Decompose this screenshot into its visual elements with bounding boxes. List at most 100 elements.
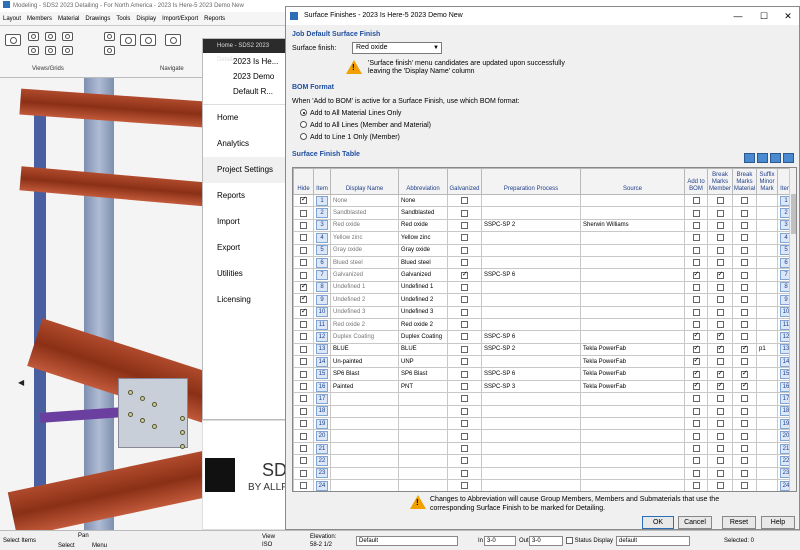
add-to-bom-checkbox[interactable]	[692, 259, 700, 267]
abbreviation-cell[interactable]: None	[398, 193, 448, 208]
hide-checkbox[interactable]	[300, 482, 307, 490]
add-to-bom-checkbox[interactable]	[692, 395, 700, 403]
item-number[interactable]: 10	[316, 307, 328, 318]
galvanized-checkbox[interactable]	[461, 270, 468, 279]
break-marks-material-checkbox[interactable]	[741, 271, 748, 279]
preparation-process-cell[interactable]	[481, 280, 581, 295]
suffix-minor-mark-cell[interactable]	[756, 193, 778, 208]
abbreviation-cell[interactable]: BLUE	[398, 342, 448, 357]
abbreviation-cell[interactable]: Red oxide 2	[398, 317, 448, 332]
suffix-minor-mark-cell[interactable]	[756, 392, 778, 406]
break-marks-material-checkbox[interactable]	[741, 407, 748, 415]
add-to-bom-checkbox[interactable]	[692, 197, 700, 205]
suffix-minor-mark-cell[interactable]	[756, 367, 778, 381]
suffix-minor-mark-cell[interactable]: p1	[756, 342, 778, 357]
navigate-icon[interactable]	[120, 34, 136, 46]
suffix-minor-mark-cell[interactable]	[756, 280, 778, 295]
nav-item-home[interactable]: Home	[203, 105, 291, 131]
source-cell[interactable]	[580, 478, 685, 491]
item-number[interactable]: 17	[316, 393, 328, 404]
preparation-process-cell[interactable]	[481, 243, 581, 257]
break-marks-material-checkbox[interactable]	[741, 457, 748, 465]
nav-item-reports[interactable]: Reports	[203, 183, 291, 209]
add-to-bom-checkbox[interactable]	[692, 344, 700, 353]
source-cell[interactable]	[580, 466, 685, 481]
hide-checkbox[interactable]	[300, 282, 307, 291]
source-cell[interactable]: Tekla PowerFab	[580, 342, 685, 357]
add-to-bom-checkbox[interactable]	[692, 357, 700, 366]
break-marks-material-checkbox[interactable]	[741, 221, 748, 229]
source-cell[interactable]	[580, 231, 685, 245]
nav-item-utilities[interactable]: Utilities	[203, 261, 291, 287]
item-number[interactable]: 22	[316, 455, 328, 466]
source-cell[interactable]	[580, 268, 685, 282]
display-name-cell[interactable]: Galvanized	[330, 268, 399, 282]
galvanized-checkbox[interactable]	[461, 209, 468, 217]
break-marks-member-checkbox[interactable]	[716, 381, 724, 391]
abbreviation-cell[interactable]: PNT	[398, 379, 448, 394]
suffix-minor-mark-cell[interactable]	[756, 243, 778, 257]
item-number[interactable]: 2	[316, 208, 328, 219]
table-tool-icon[interactable]	[757, 153, 768, 163]
status-display-select[interactable]: default	[616, 536, 690, 546]
break-marks-material-checkbox[interactable]	[741, 344, 748, 353]
item-number[interactable]: 11	[316, 319, 328, 330]
abbreviation-cell[interactable]: Galvanized	[398, 268, 448, 282]
preparation-process-cell[interactable]: SSPC-SP 2	[481, 342, 581, 357]
display-name-cell[interactable]: Yellow zinc	[330, 231, 399, 245]
item-number[interactable]: 4	[316, 232, 328, 243]
source-cell[interactable]	[580, 417, 685, 431]
item-number[interactable]: 21	[316, 443, 328, 454]
preparation-process-cell[interactable]: SSPC-SP 6	[481, 330, 581, 344]
display-name-cell[interactable]	[330, 417, 399, 431]
preparation-process-cell[interactable]: SSPC-SP 6	[481, 367, 581, 381]
preparation-process-cell[interactable]	[481, 478, 581, 491]
grid-icon[interactable]	[62, 46, 73, 55]
break-marks-material-checkbox[interactable]	[741, 246, 748, 254]
add-to-bom-checkbox[interactable]	[692, 407, 700, 415]
break-marks-member-checkbox[interactable]	[716, 420, 724, 428]
item-number[interactable]: 24	[316, 480, 328, 491]
break-marks-member-checkbox[interactable]	[716, 259, 724, 267]
view-icon[interactable]	[28, 46, 39, 55]
galvanized-checkbox[interactable]	[461, 246, 468, 254]
hide-checkbox[interactable]	[300, 395, 307, 403]
hide-checkbox[interactable]	[300, 370, 307, 378]
display-name-cell[interactable]: Un-painted	[330, 355, 399, 369]
item-number[interactable]: 14	[316, 356, 328, 367]
menu-item-material[interactable]: Material	[55, 12, 82, 26]
hide-checkbox[interactable]	[300, 246, 307, 254]
break-marks-member-checkbox[interactable]	[716, 296, 724, 304]
break-marks-material-checkbox[interactable]	[741, 395, 748, 403]
break-marks-material-checkbox[interactable]	[741, 444, 748, 452]
source-cell[interactable]: Tekla PowerFab	[580, 355, 685, 369]
column-header[interactable]: Item	[313, 168, 331, 195]
galvanized-checkbox[interactable]	[461, 383, 468, 391]
add-to-bom-checkbox[interactable]	[692, 234, 700, 242]
suffix-minor-mark-cell[interactable]	[756, 231, 778, 245]
display-name-cell[interactable]	[330, 392, 399, 406]
bom-option-radio[interactable]: Add to Line 1 Only (Member)	[300, 133, 400, 141]
abbreviation-cell[interactable]	[398, 429, 448, 443]
reset-button[interactable]: Reset	[722, 516, 756, 529]
suffix-minor-mark-cell[interactable]	[756, 317, 778, 332]
column-header[interactable]: Add to BOM	[684, 168, 708, 195]
hide-checkbox[interactable]	[300, 307, 307, 316]
hide-checkbox[interactable]	[300, 234, 307, 242]
item-number[interactable]: 9	[316, 294, 328, 305]
preparation-process-cell[interactable]	[481, 392, 581, 406]
display-name-cell[interactable]: Painted	[330, 379, 399, 394]
display-name-cell[interactable]	[330, 429, 399, 443]
item-number[interactable]: 13	[316, 344, 328, 355]
display-name-cell[interactable]: BLUE	[330, 342, 399, 357]
column-header[interactable]: Break Marks Member	[707, 168, 733, 195]
break-marks-member-checkbox[interactable]	[716, 444, 724, 452]
preparation-process-cell[interactable]: SSPC-SP 6	[481, 268, 581, 282]
item-number[interactable]: 8	[316, 282, 328, 293]
add-to-bom-checkbox[interactable]	[692, 221, 700, 229]
item-number[interactable]: 15	[316, 369, 328, 380]
break-marks-member-checkbox[interactable]	[716, 432, 724, 440]
break-marks-material-checkbox[interactable]	[741, 321, 748, 329]
suffix-minor-mark-cell[interactable]	[756, 466, 778, 481]
navigate-icon[interactable]	[104, 32, 115, 41]
